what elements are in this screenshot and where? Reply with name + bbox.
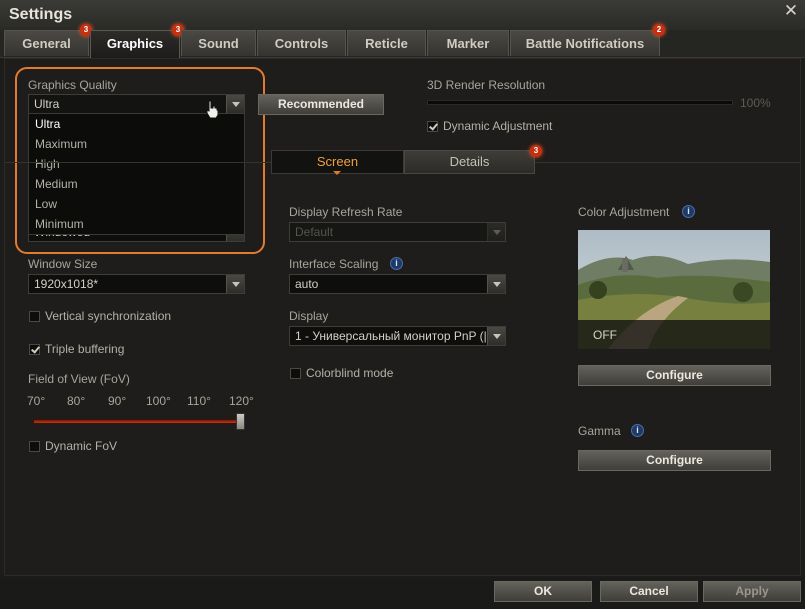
tab-reticle-label: Reticle	[365, 36, 408, 51]
tab-sound[interactable]: Sound	[181, 30, 256, 56]
tab-battle-notifications-label: Battle Notifications	[525, 36, 645, 51]
display-value: 1 - Универсальный монитор PnP (|	[295, 329, 487, 343]
render-resolution-value: 100%	[740, 96, 771, 110]
render-resolution-label: 3D Render Resolution	[427, 78, 546, 92]
fov-tick: 110°	[187, 394, 211, 408]
colorblind-checkbox[interactable]	[290, 368, 301, 379]
tab-graphics[interactable]: Graphics	[90, 30, 180, 58]
fov-slider-track[interactable]	[33, 419, 244, 424]
tab-general-label: General	[22, 36, 71, 51]
dynamic-adjustment-label: Dynamic Adjustment	[443, 119, 553, 133]
display-label: Display	[289, 309, 329, 323]
dynamic-fov-checkbox[interactable]	[29, 441, 40, 452]
dynamic-fov-label: Dynamic FoV	[45, 439, 118, 453]
gamma-label: Gamma	[578, 424, 621, 438]
gamma-configure-button[interactable]: Configure	[578, 450, 771, 471]
cancel-button[interactable]: Cancel	[600, 581, 698, 602]
interface-scaling-value: auto	[295, 277, 319, 291]
fov-tick: 80°	[67, 394, 86, 408]
chevron-down-icon	[226, 275, 244, 293]
chevron-down-icon	[487, 223, 505, 241]
info-icon[interactable]: i	[631, 424, 644, 437]
window-size-label: Window Size	[28, 257, 98, 271]
tab-marker-label: Marker	[446, 36, 490, 51]
title-bar: Settings ✕	[0, 0, 805, 30]
subtab-details-badge: 3	[530, 145, 542, 157]
render-resolution-slider[interactable]	[427, 100, 733, 105]
refresh-rate-value: Default	[295, 225, 334, 239]
fov-tick: 90°	[108, 394, 127, 408]
refresh-rate-select[interactable]: Default	[289, 222, 506, 242]
chevron-down-icon	[487, 275, 505, 293]
subtab-details-label: Details	[449, 154, 490, 169]
tab-battle-notifications[interactable]: Battle Notifications	[510, 30, 660, 56]
active-indicator-icon	[333, 171, 341, 175]
color-configure-button[interactable]: Configure	[578, 365, 771, 386]
colorblind-label: Colorblind mode	[306, 366, 394, 380]
dynamic-adjustment-checkbox[interactable]	[427, 121, 438, 132]
subtab-details[interactable]: Details	[404, 150, 535, 174]
tab-reticle[interactable]: Reticle	[347, 30, 426, 56]
tab-controls-label: Controls	[274, 36, 329, 51]
triple-buffering-checkbox[interactable]	[29, 344, 40, 355]
tab-general[interactable]: General	[4, 30, 89, 56]
tab-marker[interactable]: Marker	[427, 30, 509, 56]
fov-tick: 70°	[27, 394, 46, 408]
tab-battle-notifications-badge: 2	[653, 24, 665, 36]
subtab-screen-label: Screen	[316, 154, 359, 169]
chevron-down-icon	[487, 327, 505, 345]
color-adjustment-label: Color Adjustment	[578, 205, 670, 219]
subtab-bar: Screen Details 3	[271, 145, 542, 175]
tab-bar: General 3 Graphics 3 Sound Controls Reti…	[0, 24, 805, 58]
close-icon[interactable]: ✕	[783, 2, 799, 19]
fov-tick: 120°	[229, 394, 254, 408]
fov-slider-handle[interactable]	[236, 413, 245, 430]
refresh-rate-label: Display Refresh Rate	[289, 205, 403, 219]
window-size-value: 1920x1018*	[34, 277, 99, 291]
info-icon[interactable]: i	[390, 257, 403, 270]
color-preview-image: OFF	[578, 230, 770, 349]
fov-tick: 100°	[146, 394, 171, 408]
recommended-button[interactable]: Recommended	[258, 94, 384, 115]
interface-scaling-select[interactable]: auto	[289, 274, 506, 294]
vsync-checkbox[interactable]	[29, 311, 40, 322]
tab-graphics-label: Graphics	[106, 36, 164, 51]
window-size-select[interactable]: 1920x1018*	[28, 274, 245, 294]
display-select[interactable]: 1 - Универсальный монитор PnP (|	[289, 326, 506, 346]
vsync-label: Vertical synchronization	[45, 309, 172, 323]
highlight-outline	[15, 67, 265, 254]
settings-window: Settings ✕ General 3 Graphics 3 Sound Co…	[0, 0, 805, 609]
window-title: Settings	[9, 6, 73, 23]
info-icon[interactable]: i	[682, 205, 695, 218]
triple-buffering-label: Triple buffering	[45, 342, 125, 356]
ok-button[interactable]: OK	[494, 581, 592, 602]
preview-status: OFF	[593, 328, 617, 342]
apply-button[interactable]: Apply	[703, 581, 801, 602]
tab-controls[interactable]: Controls	[257, 30, 346, 56]
interface-scaling-label: Interface Scaling	[289, 257, 379, 271]
fov-label: Field of View (FoV)	[28, 372, 130, 386]
tab-sound-label: Sound	[198, 36, 239, 51]
